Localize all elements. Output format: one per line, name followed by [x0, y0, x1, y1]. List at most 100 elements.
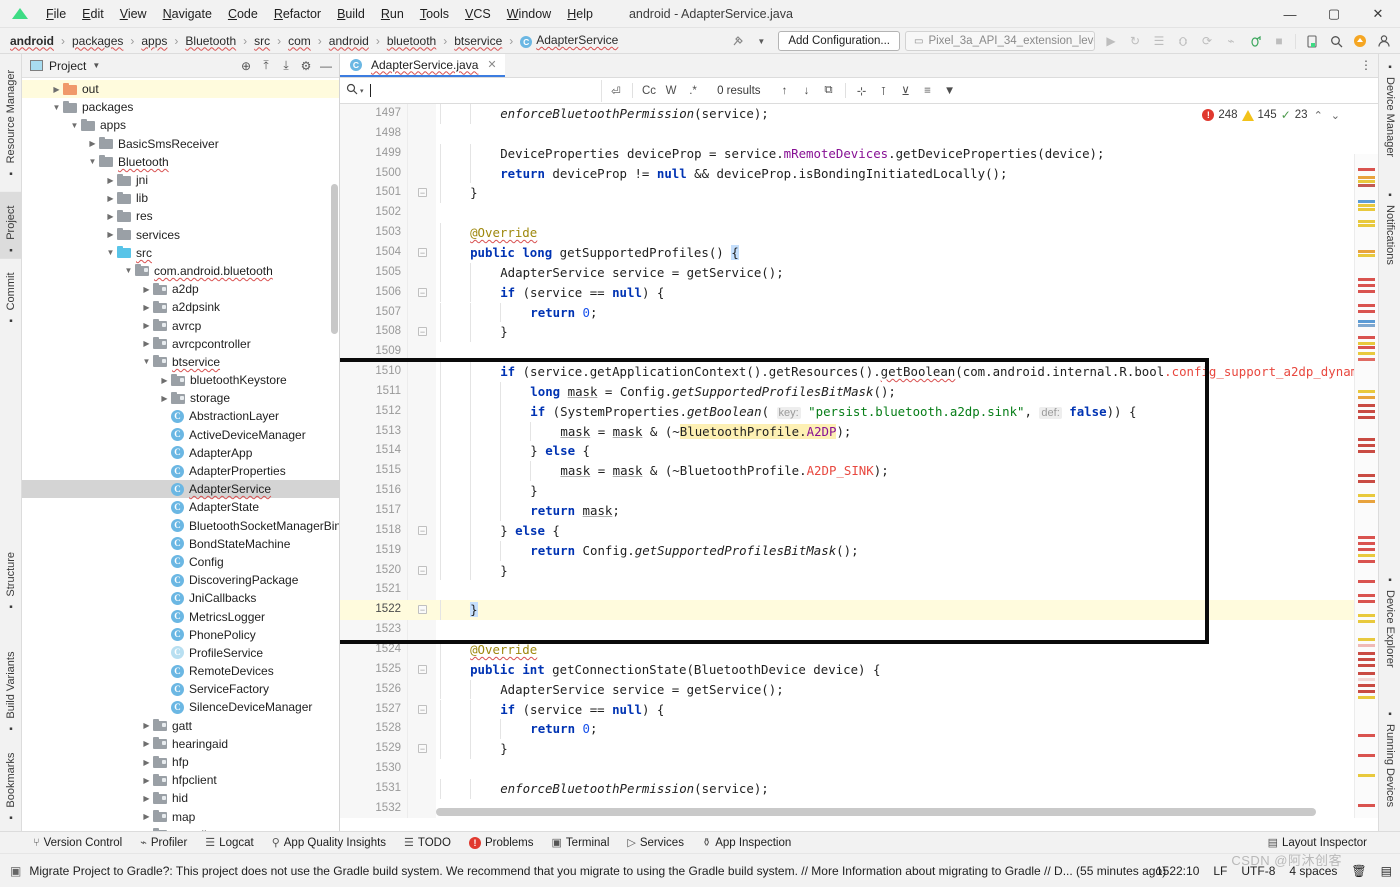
line-number[interactable]: 1521: [375, 580, 401, 600]
tree-node-servicefactory[interactable]: ·C ServiceFactory: [22, 680, 339, 698]
code-line[interactable]: return Config.getSupportedProfilesBitMas…: [436, 540, 1378, 561]
error-stripe-mark[interactable]: [1358, 542, 1375, 545]
error-stripe-mark[interactable]: [1358, 536, 1375, 539]
chevron-down-icon[interactable]: ▼: [50, 103, 63, 112]
code-line[interactable]: return 0;: [436, 302, 1378, 323]
breadcrumb[interactable]: android › packages › apps › Bluetooth › src › com ›…: [0, 33, 620, 48]
tool-window-profiler[interactable]: ⌁ Profiler: [131, 832, 196, 854]
error-stripe-mark[interactable]: [1358, 200, 1375, 203]
preserve-case-icon[interactable]: ⊻: [896, 81, 916, 101]
line-number[interactable]: 1522: [375, 600, 401, 620]
error-stripe-mark[interactable]: [1358, 278, 1375, 281]
chevron-right-icon[interactable]: ▶: [104, 212, 117, 221]
tree-node-phonepolicy[interactable]: ·C PhonePolicy: [22, 626, 339, 644]
menu-edit[interactable]: Edit: [74, 4, 112, 24]
menu-run[interactable]: Run: [373, 4, 412, 24]
line-number[interactable]: 1520: [375, 561, 401, 581]
fold-minus-icon[interactable]: −: [418, 188, 427, 198]
tree-node-bluetooth[interactable]: ▼ Bluetooth: [22, 153, 339, 171]
tree-node-res[interactable]: ▶ res: [22, 207, 339, 225]
fold-minus-icon[interactable]: −: [418, 605, 427, 615]
tree-node-profileservice[interactable]: ·C ProfileService: [22, 644, 339, 662]
tree-node-hfpclient[interactable]: ▶ hfpclient: [22, 771, 339, 789]
fold-minus-icon[interactable]: −: [418, 704, 427, 714]
error-stripe-mark[interactable]: [1358, 224, 1375, 227]
tree-node-adapterapp[interactable]: ·C AdapterApp: [22, 444, 339, 462]
tree-node-a2dp[interactable]: ▶ a2dp: [22, 280, 339, 298]
code-line[interactable]: return 0;: [436, 719, 1378, 740]
device-selector[interactable]: ▭ Pixel_3a_API_34_extension_level_7_x...: [905, 31, 1095, 51]
error-stripe-mark[interactable]: [1358, 310, 1375, 313]
code-folding-gutter[interactable]: −−−−−−−−−−−: [408, 104, 1378, 818]
exclude-icon[interactable]: ⊺: [874, 81, 894, 101]
error-stripe-mark[interactable]: [1358, 638, 1375, 641]
error-stripe-mark[interactable]: [1358, 474, 1375, 477]
tree-node-silencedevicemanager[interactable]: ·C SilenceDeviceManager: [22, 698, 339, 716]
run-button[interactable]: ▶: [1099, 30, 1123, 52]
tool-button-build-variants[interactable]: ▪ Build Variants: [0, 626, 22, 738]
settings-gear-icon[interactable]: ⚙: [297, 57, 315, 75]
chevron-down-icon[interactable]: ▼: [140, 357, 153, 366]
run-coverage-button[interactable]: [1243, 30, 1267, 52]
chevron-right-icon[interactable]: ▶: [158, 394, 171, 403]
chevron-down-icon[interactable]: ▼: [68, 121, 81, 130]
error-stripe-mark[interactable]: [1358, 304, 1375, 307]
code-line[interactable]: [436, 342, 1378, 362]
error-stripe-mark[interactable]: [1358, 754, 1375, 757]
tree-node-hearingaid[interactable]: ▶ hearingaid: [22, 735, 339, 753]
error-stripe-mark[interactable]: [1358, 438, 1375, 441]
tool-window-todo[interactable]: ☰ TODO: [395, 832, 460, 854]
in-selection-icon[interactable]: ⊹: [852, 81, 872, 101]
chevron-down-icon[interactable]: ▼: [86, 157, 99, 166]
error-stripe[interactable]: [1354, 154, 1378, 818]
chevron-right-icon[interactable]: ▶: [140, 776, 153, 785]
project-scrollbar[interactable]: [331, 184, 338, 334]
find-options[interactable]: ⏎ Cc W .*: [602, 80, 707, 102]
code-line[interactable]: public long getSupportedProfiles() {: [436, 242, 1378, 263]
breadcrumb-adapterservice[interactable]: C AdapterService: [518, 33, 620, 48]
tool-window-services[interactable]: ▷ Services: [618, 832, 693, 854]
chevron-right-icon[interactable]: ▶: [140, 285, 153, 294]
error-stripe-mark[interactable]: [1358, 208, 1375, 211]
tree-node-basicsmsreceiver[interactable]: ▶ BasicSmsReceiver: [22, 135, 339, 153]
expand-all-icon[interactable]: ⤒: [257, 57, 275, 75]
line-number[interactable]: 1519: [375, 541, 401, 561]
line-number[interactable]: 1515: [375, 461, 401, 481]
tool-window-app-inspection[interactable]: ⚱ App Inspection: [693, 832, 800, 854]
fold-minus-icon[interactable]: −: [418, 525, 427, 535]
error-stripe-mark[interactable]: [1358, 444, 1375, 447]
tree-node-bluetoothkeystore[interactable]: ▶ bluetoothKeystore: [22, 371, 339, 389]
right-tool-strip[interactable]: ▪ Device Manager ▪ Notifications ▪ Running De…: [1378, 54, 1400, 833]
left-tool-strip[interactable]: ▪ Resource Manager ▪ Project ▪ Commit ▪ Bookmar…: [0, 54, 22, 833]
line-number[interactable]: 1505: [375, 263, 401, 283]
line-number[interactable]: 1501: [375, 183, 401, 203]
breadcrumb-android[interactable]: android: [327, 34, 371, 48]
error-stripe-mark[interactable]: [1358, 352, 1375, 355]
tree-node-map[interactable]: ▶ map: [22, 808, 339, 826]
line-number[interactable]: 1512: [375, 402, 401, 422]
code-line[interactable]: [436, 203, 1378, 223]
chevron-down-icon[interactable]: ▼: [122, 266, 135, 275]
code-line[interactable]: public int getConnectionState(BluetoothD…: [436, 659, 1378, 680]
line-number[interactable]: 1524: [375, 640, 401, 660]
tool-button-device-manager[interactable]: ▪ Device Manager: [1379, 58, 1400, 172]
tree-node-apps[interactable]: ▼ apps: [22, 116, 339, 134]
tool-window-app-quality-insights[interactable]: ⚲ App Quality Insights: [263, 832, 395, 854]
error-stripe-mark[interactable]: [1358, 324, 1375, 327]
arrow-down-icon[interactable]: ↓: [797, 81, 817, 101]
chevron-right-icon[interactable]: ▶: [140, 812, 153, 821]
line-number[interactable]: 1500: [375, 164, 401, 184]
tree-node-jni[interactable]: ▶ jni: [22, 171, 339, 189]
error-stripe-mark[interactable]: [1358, 672, 1375, 675]
line-number[interactable]: 1502: [375, 203, 401, 223]
error-stripe-mark[interactable]: [1358, 554, 1375, 557]
menu-code[interactable]: Code: [220, 4, 266, 24]
line-number[interactable]: 1511: [376, 382, 401, 402]
tool-button-commit[interactable]: ▪ Commit: [0, 269, 22, 329]
breadcrumb-bluetooth[interactable]: bluetooth: [385, 34, 438, 48]
words-button[interactable]: W: [661, 81, 681, 101]
caret-position[interactable]: 1522:10: [1156, 864, 1199, 878]
error-stripe-mark[interactable]: [1358, 600, 1375, 603]
project-panel-actions[interactable]: ⊕ ⤒ ⤓ ⚙ —: [237, 57, 335, 75]
error-stripe-mark[interactable]: [1358, 168, 1375, 171]
